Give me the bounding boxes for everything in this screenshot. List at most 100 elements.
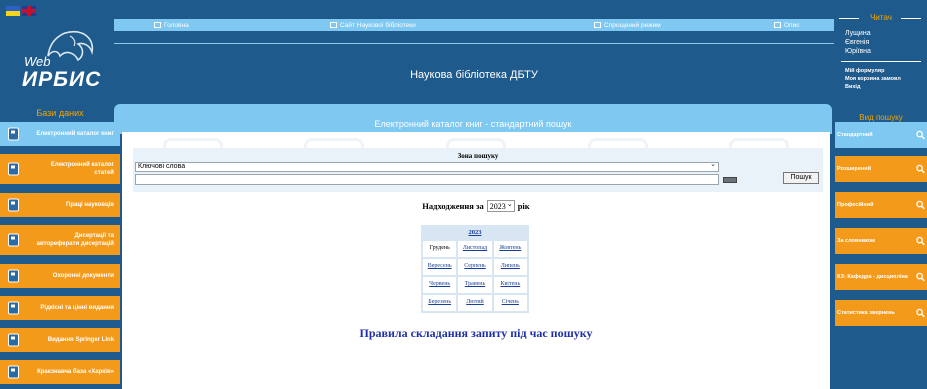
- reader-name-line: Лущина: [845, 30, 871, 37]
- language-switcher: [6, 6, 36, 16]
- database-icon: [8, 162, 19, 176]
- mode-extended[interactable]: Розширений: [835, 156, 927, 182]
- search-zone-label: Зона пошуку: [457, 152, 499, 160]
- month-link[interactable]: Жовтень: [493, 241, 527, 257]
- db-item-books-catalog[interactable]: Електронний каталог книг: [0, 122, 120, 146]
- month-cell: Грудень: [423, 241, 457, 257]
- arrivals-prefix: Надходження за: [422, 201, 484, 211]
- nav-label: Головна: [164, 21, 189, 29]
- db-item-articles-catalog[interactable]: Електронний каталог статей: [0, 154, 120, 184]
- mode-label: За словником: [837, 238, 875, 244]
- mode-label: Стандартний: [837, 132, 873, 138]
- search-icon: [916, 200, 925, 210]
- month-link[interactable]: Листопад: [458, 241, 492, 257]
- nav-description[interactable]: Опис: [774, 19, 799, 31]
- month-link[interactable]: Червень: [423, 277, 457, 293]
- search-modes-title: Вид пошуку: [859, 113, 903, 122]
- db-item-label: Праці науковців: [66, 202, 114, 208]
- reader-name-line: Юріївна: [845, 48, 871, 55]
- info-icon: [774, 22, 781, 28]
- mode-department-discipline[interactable]: КЗ: Кафедра - дисципліна: [835, 264, 927, 290]
- db-item-dissertations[interactable]: Дисертації та автореферати дисертацій: [0, 225, 120, 255]
- db-item-label: Дисертації та автореферати дисертацій: [36, 233, 114, 247]
- databases-title: Бази даних: [36, 108, 84, 118]
- nav-label: Опис: [784, 21, 800, 29]
- reader-name: Лущина Євгенія Юріївна: [845, 29, 871, 56]
- mode-label: КЗ: Кафедра - дисципліна: [837, 274, 908, 280]
- mode-request-statistics[interactable]: Статистика звернень: [835, 300, 927, 326]
- mode-label: Розширений: [837, 166, 872, 172]
- arrivals-year-select[interactable]: 2023: [486, 199, 515, 212]
- month-link[interactable]: Січень: [493, 295, 527, 311]
- calendar-grid: Грудень Листопад Жовтень Вересень Серпен…: [423, 241, 527, 311]
- uk-flag-icon[interactable]: [22, 6, 36, 16]
- mode-standard[interactable]: Стандартний: [835, 122, 927, 148]
- month-link[interactable]: Травень: [458, 277, 492, 293]
- db-item-springer-link[interactable]: Видання Springer Link: [0, 328, 120, 352]
- nav-library-site[interactable]: Сайт Наукової бібліотеки: [330, 19, 416, 31]
- search-icon: [916, 164, 925, 174]
- search-icon: [916, 272, 925, 282]
- database-icon: [8, 233, 19, 247]
- reader-divider: [901, 18, 921, 19]
- mode-professional[interactable]: Професійний: [835, 192, 927, 218]
- database-icon: [8, 333, 19, 347]
- simple-mode-icon: [594, 22, 601, 28]
- month-link[interactable]: Квітень: [493, 277, 527, 293]
- month-link[interactable]: Вересень: [423, 259, 457, 275]
- query-rules-link[interactable]: Правила складання запиту під час пошуку: [122, 326, 830, 341]
- logo-web-text: Web: [24, 54, 51, 69]
- header-banner: Наукова бібліотека ДБТУ: [114, 41, 834, 106]
- logout-link[interactable]: Вихід: [845, 84, 860, 90]
- right-sidebar: Читач Лущина Євгенія Юріївна Мій формуля…: [835, 0, 927, 389]
- database-icon: [8, 198, 19, 212]
- month-link[interactable]: Липень: [493, 259, 527, 275]
- nav-simple-mode[interactable]: Спрощений режим: [594, 19, 661, 31]
- search-panel: Зона пошуку Ключові слова Пошук Надходже…: [122, 132, 830, 389]
- arrivals-suffix: рік: [517, 201, 530, 211]
- mode-label: Професійний: [837, 202, 874, 208]
- database-icon: [8, 301, 19, 315]
- db-item-label: Охоронні документи: [52, 273, 114, 279]
- my-order-cart-link[interactable]: Моя корзина замовл: [845, 76, 901, 82]
- logo-irbis-text: ИРБИС: [22, 68, 102, 91]
- search-input[interactable]: [135, 174, 719, 185]
- db-item-label: Електронний каталог статей: [50, 162, 114, 176]
- db-item-label: Видання Springer Link: [47, 337, 114, 343]
- ukraine-flag-icon[interactable]: [6, 6, 20, 16]
- month-link[interactable]: Лютий: [458, 295, 492, 311]
- search-icon: [916, 236, 925, 246]
- banner-divider: [114, 43, 834, 44]
- database-icon: [8, 127, 19, 141]
- irbis-app: Web ИРБИС Бази даних Електронний каталог…: [0, 0, 927, 389]
- db-item-label: Електронний каталог книг: [36, 131, 114, 137]
- search-icon: [916, 308, 925, 318]
- top-navigation: Головна Сайт Наукової бібліотеки Спрощен…: [114, 19, 834, 31]
- month-link[interactable]: Березень: [423, 295, 457, 311]
- web-irbis-logo[interactable]: Web ИРБИС: [18, 24, 108, 94]
- reader-divider: [841, 61, 921, 62]
- my-form-link[interactable]: Мій формуляр: [845, 68, 884, 74]
- nav-home[interactable]: Головна: [154, 19, 189, 31]
- mode-label: Статистика звернень: [837, 310, 895, 316]
- home-icon: [154, 22, 161, 28]
- database-list: Електронний каталог книг Електронний кат…: [0, 122, 120, 389]
- virtual-keyboard-icon[interactable]: [723, 177, 737, 183]
- arrivals-calendar: 2023 Грудень Листопад Жовтень Вересень С…: [421, 225, 529, 313]
- db-item-rare-editions[interactable]: Рідкісні та цінні видання: [0, 296, 120, 320]
- db-item-label: Краєзнавча база «Харків»: [37, 369, 114, 375]
- month-link[interactable]: Серпень: [458, 259, 492, 275]
- reader-name-line: Євгенія: [845, 39, 870, 46]
- search-zone-select[interactable]: Ключові слова: [135, 161, 719, 172]
- page-title: Електронний каталог книг - стандартний п…: [374, 119, 572, 129]
- db-item-patents[interactable]: Охоронні документи: [0, 264, 120, 288]
- mode-dictionary[interactable]: За словником: [835, 228, 927, 254]
- search-button[interactable]: Пошук: [783, 172, 819, 184]
- db-item-scholars-works[interactable]: Праці науковців: [0, 193, 120, 217]
- arrivals-line: Надходження за 2023 рік: [122, 199, 830, 212]
- website-icon: [330, 22, 337, 28]
- db-item-label: Рідкісні та цінні видання: [40, 305, 114, 311]
- panel-header: Електронний каталог книг - стандартний п…: [114, 104, 832, 134]
- db-item-kharkiv-local[interactable]: Краєзнавча база «Харків»: [0, 360, 120, 384]
- calendar-year-link[interactable]: 2023: [423, 227, 527, 241]
